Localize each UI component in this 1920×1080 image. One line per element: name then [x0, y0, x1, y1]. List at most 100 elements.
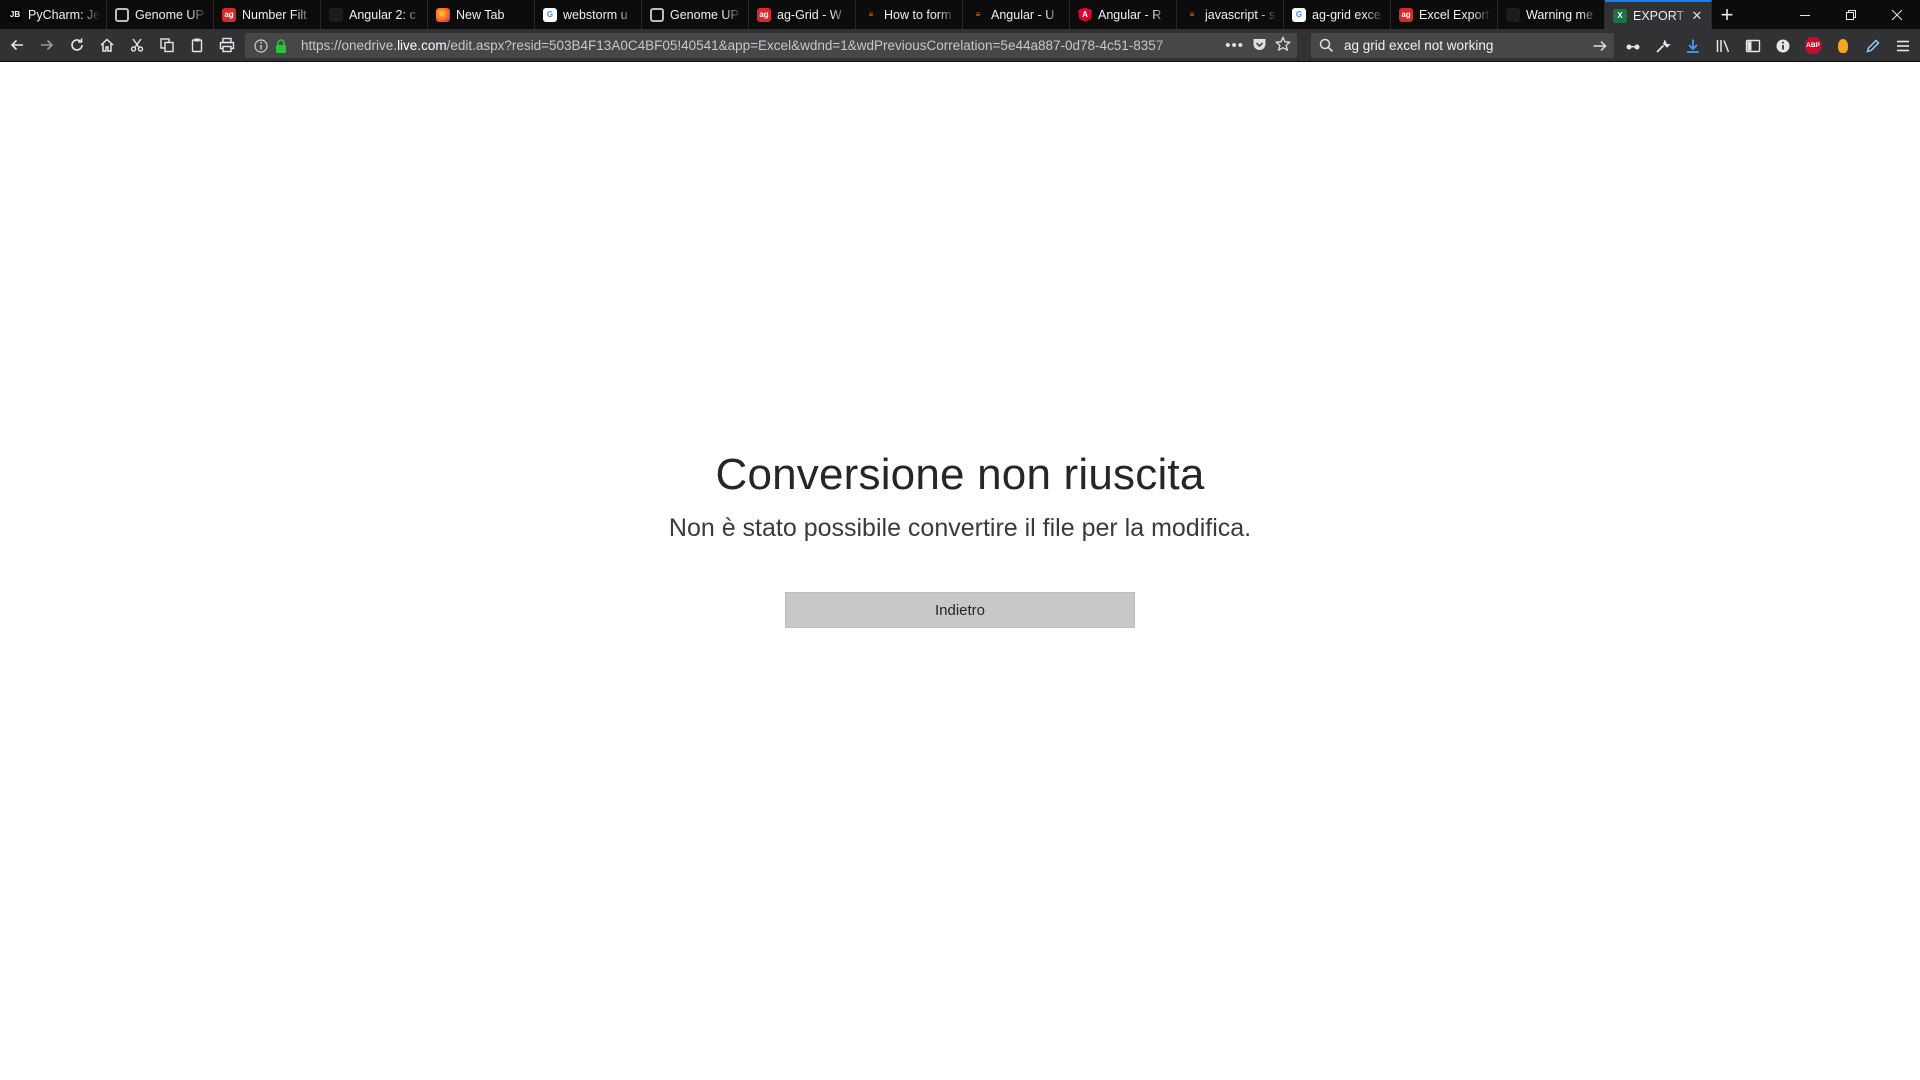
close-window-button[interactable]: [1874, 0, 1920, 29]
pen-icon: [1866, 38, 1880, 53]
minimize-button[interactable]: [1782, 0, 1828, 29]
tab[interactable]: JB PyCharm: Je: [0, 0, 107, 29]
google-icon: G: [543, 7, 557, 22]
tab-title: javascript - s: [1205, 7, 1276, 22]
address-bar[interactable]: https://onedrive.live.com/edit.aspx?resi…: [245, 33, 1297, 58]
reload-icon: [71, 38, 83, 51]
ag-grid-icon: ag: [1399, 7, 1413, 22]
tab-title: New Tab: [456, 7, 505, 22]
tab-title: PyCharm: Je: [28, 7, 100, 22]
extension-pen-button[interactable]: [1858, 32, 1888, 60]
new-tab-button[interactable]: +: [1712, 0, 1742, 29]
search-icon: [1319, 38, 1334, 53]
tab-title: Angular 2: c: [349, 7, 416, 22]
info-circle-icon: [1776, 39, 1790, 52]
search-input[interactable]: ag grid excel not working: [1344, 38, 1592, 53]
tab[interactable]: ag Number Filt: [214, 0, 321, 29]
genome-up-icon: [115, 7, 129, 22]
cut-button[interactable]: [123, 31, 151, 59]
extension-info-button[interactable]: [1768, 32, 1798, 60]
back-button[interactable]: Indietro: [785, 592, 1135, 628]
bookmark-star-icon[interactable]: [1274, 35, 1292, 55]
tab-title: Angular - R: [1098, 7, 1162, 22]
ag-grid-icon: ag: [757, 7, 771, 22]
genome-up-icon: [650, 7, 664, 22]
tab-title: webstorm u: [563, 7, 628, 22]
firefox-icon: [436, 7, 450, 22]
tab[interactable]: Gwebstorm u: [535, 0, 642, 29]
error-message: Non è stato possibile convertire il file…: [668, 514, 1252, 542]
url-prefix: https://onedrive.: [301, 38, 398, 53]
sidebar-icon: [1745, 39, 1761, 52]
google-icon: G: [1292, 7, 1306, 22]
adblock-plus-icon: ABP: [1804, 37, 1822, 54]
tab-title: How to form: [884, 7, 952, 22]
search-bar[interactable]: ag grid excel not working: [1311, 33, 1614, 58]
reload-button[interactable]: [63, 31, 91, 59]
tab-title: EXPORT: [1633, 8, 1685, 23]
pycharm-icon: JB: [8, 7, 22, 22]
tab-title: Genome UP: [135, 7, 204, 22]
tab[interactable]: Genome UP: [642, 0, 749, 29]
home-icon: [100, 38, 114, 52]
incognito-glasses-button[interactable]: [1618, 32, 1648, 60]
tab-title: Angular - U: [991, 7, 1055, 22]
tab[interactable]: Gag-grid exce: [1284, 0, 1391, 29]
search-go-icon[interactable]: [1592, 38, 1608, 54]
tab[interactable]: A Angular - R: [1070, 0, 1177, 29]
tab-list: JB PyCharm: Je Genome UP ag Number Filt Angul…: [0, 0, 1712, 29]
copy-icon: [160, 38, 174, 53]
tab-active[interactable]: X EXPORT ✕: [1605, 0, 1712, 29]
tab[interactable]: Warning me: [1498, 0, 1605, 29]
adblock-plus-button[interactable]: ABP: [1798, 32, 1828, 60]
arrow-left-icon: [10, 39, 23, 51]
pocket-icon[interactable]: [1252, 37, 1267, 55]
stackoverflow-icon: ≡: [1189, 10, 1195, 19]
minimize-icon: [1800, 14, 1810, 16]
arrow-right-icon: [41, 39, 54, 51]
restore-icon: [1846, 9, 1856, 20]
tab[interactable]: Angular 2: c: [321, 0, 428, 29]
library-icon: [1716, 39, 1730, 52]
paste-button[interactable]: [183, 31, 211, 59]
wrench-icon: [1656, 39, 1671, 53]
close-tab-icon[interactable]: ✕: [1689, 8, 1705, 24]
tab[interactable]: Genome UP: [107, 0, 214, 29]
tab[interactable]: ≡ Angular - U: [963, 0, 1070, 29]
plus-icon: +: [1720, 1, 1734, 27]
print-button[interactable]: [213, 31, 241, 59]
url-domain: live.com: [397, 38, 447, 53]
stackoverflow-icon: ≡: [868, 10, 874, 19]
copy-button[interactable]: [153, 31, 181, 59]
url-text[interactable]: https://onedrive.live.com/edit.aspx?resi…: [301, 38, 1215, 53]
downloads-button[interactable]: [1678, 32, 1708, 60]
page-actions-button[interactable]: •••: [1225, 37, 1244, 54]
scissors-icon: [130, 38, 144, 52]
tab-title: ag-grid exce: [1312, 7, 1381, 22]
ag-grid-icon: ag: [222, 7, 236, 22]
lock-icon[interactable]: [273, 38, 289, 54]
url-path: /edit.aspx?resid=503B4F13A0C4BF05!40541&…: [446, 38, 1164, 53]
menu-button[interactable]: [1888, 32, 1918, 60]
tab[interactable]: ≡ How to form: [856, 0, 963, 29]
tab-title: ag-Grid - W: [777, 7, 842, 22]
download-icon: [1687, 39, 1699, 53]
github-icon: [1506, 7, 1520, 22]
info-icon[interactable]: [253, 38, 269, 54]
tab-title: Warning me: [1526, 7, 1593, 22]
forward-nav-button[interactable]: [33, 31, 61, 59]
dev-tools-button[interactable]: [1648, 32, 1678, 60]
back-nav-button[interactable]: [3, 31, 31, 59]
tab[interactable]: ag ag-Grid - W: [749, 0, 856, 29]
home-button[interactable]: [93, 31, 121, 59]
restore-button[interactable]: [1828, 0, 1874, 29]
printer-icon: [219, 37, 235, 53]
toolbar-extensions: ABP: [1620, 29, 1920, 62]
tab[interactable]: New Tab: [428, 0, 535, 29]
tab[interactable]: ag Excel Export: [1391, 0, 1498, 29]
extension-bulb-button[interactable]: [1828, 32, 1858, 60]
sidebar-button[interactable]: [1738, 32, 1768, 60]
tab[interactable]: ≡ javascript - s: [1177, 0, 1284, 29]
glasses-icon: [1626, 44, 1640, 49]
library-button[interactable]: [1708, 32, 1738, 60]
